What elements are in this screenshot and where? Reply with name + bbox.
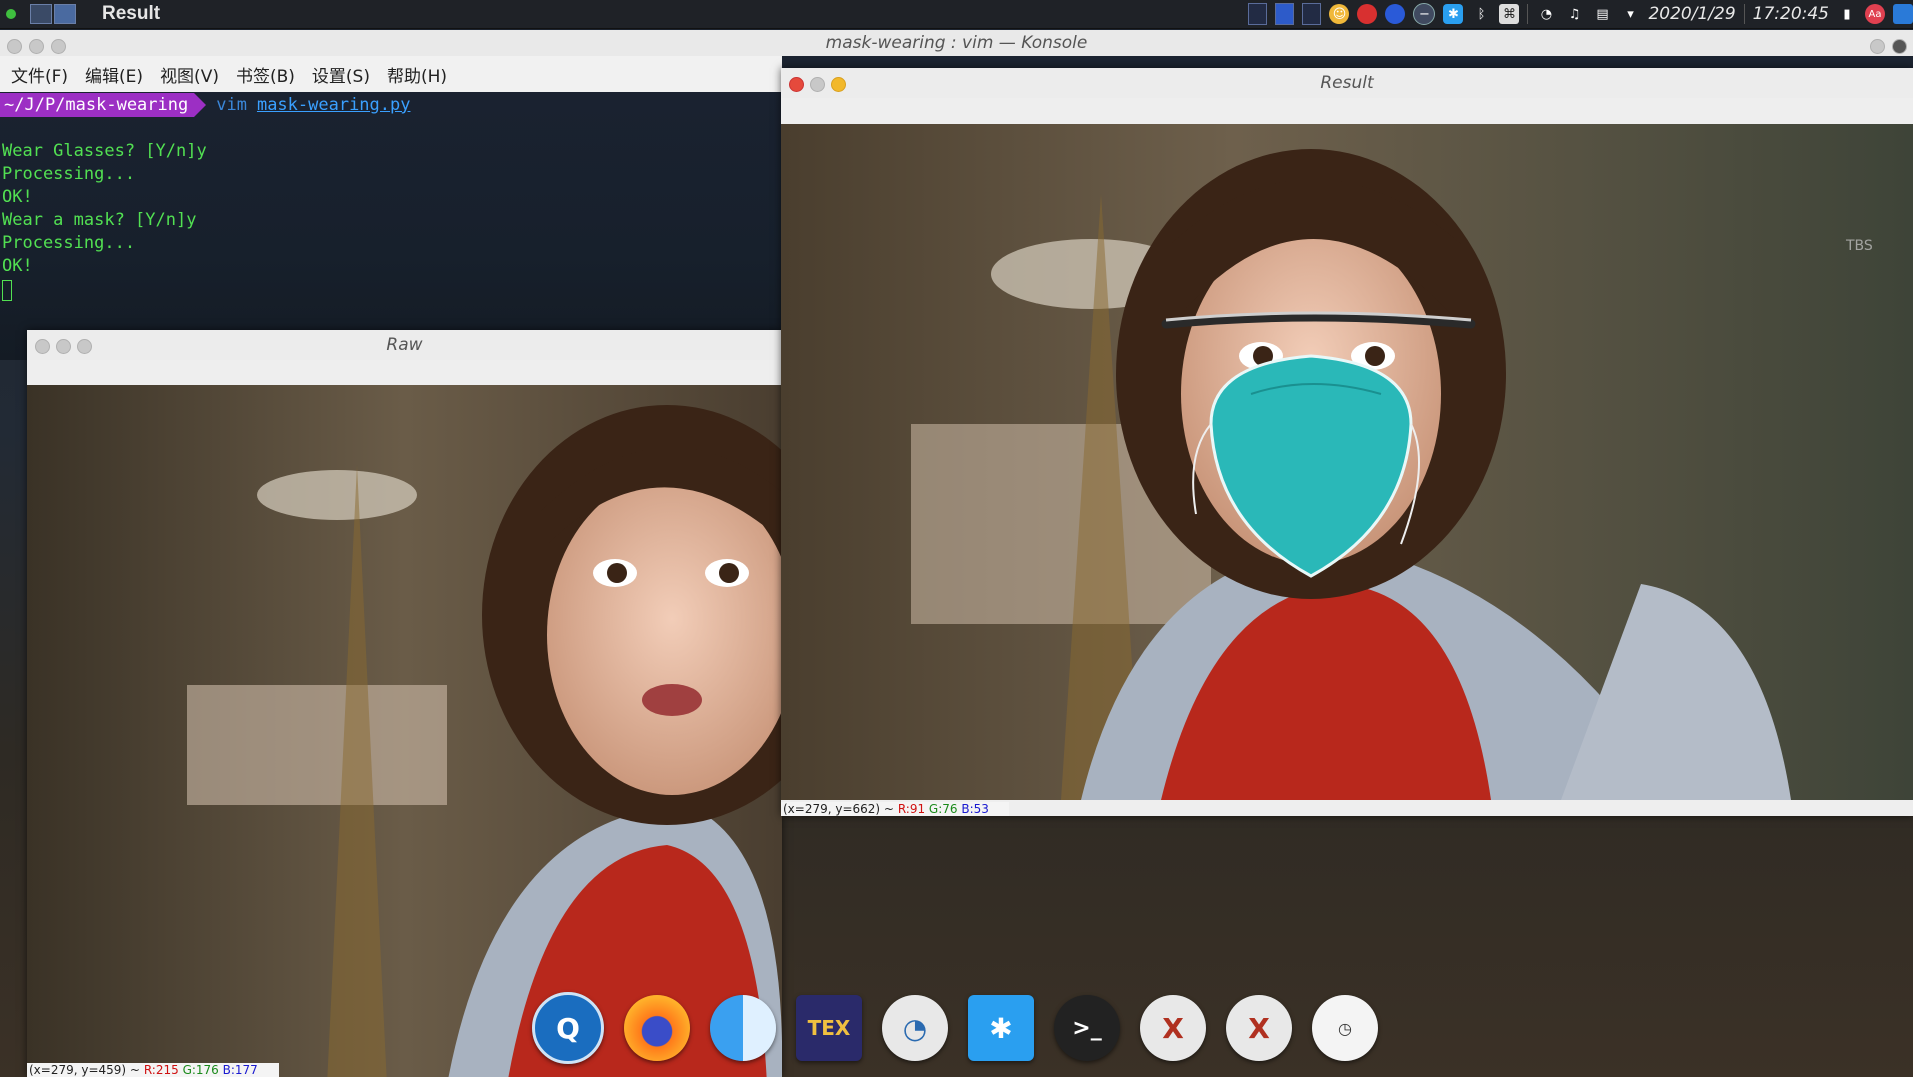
clipboard-icon[interactable]: ▤	[1592, 4, 1612, 24]
window-pager-icon[interactable]	[30, 4, 52, 24]
tbs-watermark: TBS	[1845, 238, 1873, 254]
keep-above-button[interactable]	[1870, 39, 1885, 54]
raw-titlebar[interactable]: Raw	[27, 330, 782, 360]
output-line: OK!	[2, 256, 33, 276]
command-icon[interactable]: ⌘	[1499, 4, 1520, 24]
maximize-button[interactable]	[51, 39, 66, 54]
pin-icon[interactable]	[1385, 4, 1406, 24]
clock-icon[interactable]: ◷	[1312, 995, 1378, 1061]
pixel-g: G:76	[928, 802, 958, 816]
pixel-r: R:215	[143, 1063, 179, 1077]
output-line: Processing...	[2, 233, 136, 253]
pixel-b: B:177	[222, 1063, 258, 1077]
app-menu-icon[interactable]	[6, 9, 16, 19]
pixel-g: G:176	[182, 1063, 219, 1077]
time-display[interactable]: 17:20:45	[1753, 4, 1829, 24]
screen-icon[interactable]	[1893, 4, 1913, 24]
konsole-menubar: 文件(F) 编辑(E) 视图(V) 书签(B) 设置(S) 帮助(H)	[0, 56, 782, 92]
wifi-icon[interactable]: ◔	[1536, 4, 1556, 24]
chrome-icon[interactable]	[1357, 4, 1378, 24]
date-display[interactable]: 2020/1/29	[1648, 4, 1735, 24]
minimize-button[interactable]	[56, 339, 71, 354]
minimize-button[interactable]	[810, 77, 825, 92]
command-text: vim	[216, 94, 247, 115]
firefox-icon[interactable]	[624, 995, 690, 1061]
menu-file[interactable]: 文件(F)	[11, 62, 68, 87]
pixel-b: B:53	[961, 802, 989, 816]
maximize-button[interactable]	[77, 339, 92, 354]
window-pager-icon-2[interactable]	[54, 4, 76, 24]
konsole-title: mask-wearing : vim — Konsole	[825, 33, 1088, 53]
x11-icon[interactable]: X	[1140, 995, 1206, 1061]
menu-view[interactable]: 视图(V)	[160, 62, 219, 87]
result-image[interactable]: TBS	[781, 124, 1913, 800]
maximize-button[interactable]	[831, 77, 846, 92]
kde-connect-icon[interactable]: ✱	[968, 995, 1034, 1061]
x11-icon-2[interactable]: X	[1226, 995, 1292, 1061]
terminal-output: Wear Glasses? [Y/n]y Processing... OK! W…	[2, 140, 207, 301]
star-icon[interactable]: ✱	[1443, 4, 1464, 24]
terminal-cursor	[2, 280, 12, 301]
raw-pixel-status: (x=279, y=459) ~ R:215 G:176 B:177	[27, 1063, 279, 1077]
konsole-titlebar[interactable]: mask-wearing : vim — Konsole	[0, 30, 1913, 56]
volume-icon[interactable]: ♫	[1564, 4, 1584, 24]
raw-photo	[27, 385, 782, 1077]
raw-image[interactable]	[27, 385, 782, 1077]
minimize-button[interactable]	[29, 39, 44, 54]
pixel-coords: (x=279, y=459) ~	[29, 1063, 140, 1077]
trash-icon[interactable]: ▮	[1837, 4, 1857, 24]
prompt-path: ~/J/P/mask-wearing	[0, 93, 195, 117]
virtual-desktop-3[interactable]	[1302, 3, 1322, 25]
result-photo: TBS	[781, 124, 1913, 800]
texstudio-icon[interactable]: TEX	[796, 995, 862, 1061]
bluetooth-icon[interactable]: ᛒ	[1471, 4, 1491, 24]
close-button[interactable]	[7, 39, 22, 54]
top-panel: Result ☺ − ✱ ᛒ ⌘ ◔ ♫ ▤ ▾ 2020/1/29 17:20…	[0, 0, 1913, 29]
input-method-icon[interactable]: Aa	[1865, 4, 1885, 24]
dropdown-icon[interactable]: ▾	[1620, 4, 1640, 24]
dash-icon[interactable]: −	[1413, 3, 1436, 25]
raw-window: Raw (x=279, y=459) ~ R:215 G:176 B:177	[27, 330, 782, 1077]
preview-icon[interactable]: ◔	[882, 995, 948, 1061]
result-title: Result	[1320, 73, 1374, 93]
tray-separator	[1527, 4, 1529, 24]
menu-bookmarks[interactable]: 书签(B)	[236, 62, 295, 87]
result-pixel-status: (x=279, y=662) ~ R:91 G:76 B:53	[781, 802, 1009, 816]
close-button[interactable]	[35, 339, 50, 354]
result-window: Result TBS (x=279, y=662) ~ R:91 G:76 B:…	[781, 68, 1913, 816]
output-line: Wear a mask? [Y/n]y	[2, 210, 197, 230]
active-app-title: Result	[102, 3, 161, 24]
weather-icon[interactable]: ☺	[1329, 4, 1350, 24]
tray-separator-2	[1743, 4, 1745, 24]
dock: Q TEX ◔ ✱ >_ X X ◷	[532, 988, 1378, 1068]
terminal-icon[interactable]: >_	[1054, 995, 1120, 1061]
command-arg-link[interactable]: mask-wearing.py	[257, 94, 411, 117]
pixel-coords: (x=279, y=662) ~	[783, 802, 894, 816]
pixel-r: R:91	[897, 802, 926, 816]
finder-icon[interactable]	[710, 995, 776, 1061]
close-button[interactable]	[789, 77, 804, 92]
menu-help[interactable]: 帮助(H)	[387, 62, 447, 87]
virtual-desktop-2[interactable]	[1275, 3, 1295, 25]
terminal-area[interactable]: ~/J/P/mask-wearing vim mask-wearing.py W…	[0, 92, 782, 360]
menu-edit[interactable]: 编辑(E)	[85, 62, 143, 87]
konsole-menu-button[interactable]	[1892, 39, 1907, 54]
output-line: OK!	[2, 187, 33, 207]
shell-prompt: ~/J/P/mask-wearing vim mask-wearing.py	[0, 93, 410, 117]
prompt-arrow-icon	[194, 93, 207, 117]
qt-creator-icon[interactable]: Q	[532, 992, 604, 1064]
output-line: Processing...	[2, 164, 136, 184]
output-line: Wear Glasses? [Y/n]y	[2, 141, 207, 161]
virtual-desktop-1[interactable]	[1248, 3, 1268, 25]
menu-settings[interactable]: 设置(S)	[312, 62, 370, 87]
raw-title: Raw	[386, 335, 423, 355]
result-titlebar[interactable]: Result	[781, 68, 1913, 98]
